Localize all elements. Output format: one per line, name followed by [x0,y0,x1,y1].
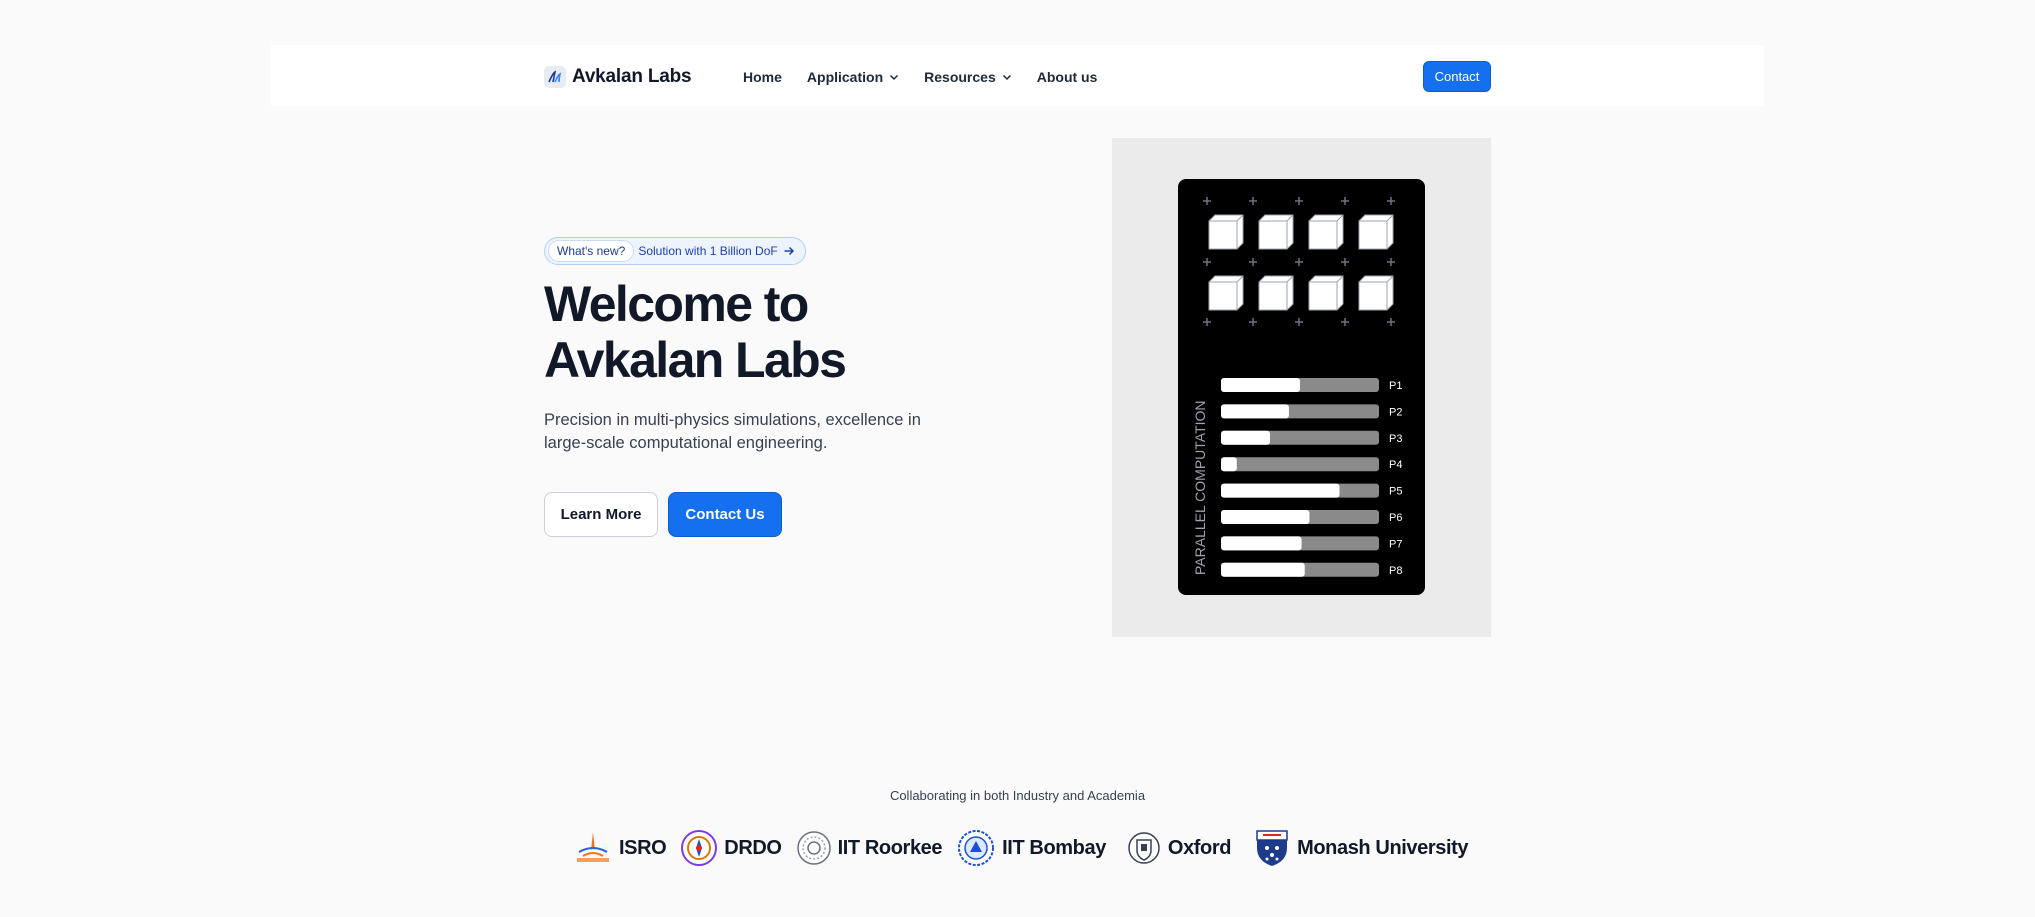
grid-plus-mark [1341,197,1349,205]
partner-name: ISRO [619,836,667,859]
grid-plus-mark [1203,318,1211,326]
parallel-computation-illustration: PARALLEL COMPUTATION P1 P2 P3 P4 P5 P6 P7 P8 [1178,179,1425,595]
badge-text: Solution with 1 Billion DoF [638,244,778,258]
grid-plus-mark [1249,318,1257,326]
drdo-seal-icon [681,830,718,866]
contact-us-button[interactable]: Contact Us [668,492,782,537]
partner-monash: Monash University [1253,828,1469,868]
partner-name: DRDO [724,836,782,859]
progress-fill [1221,457,1237,472]
isro-logo-icon [577,832,609,862]
main-nav: Home Application Resources About us [743,62,1122,92]
badge-tag: What's new? [548,240,635,262]
grid-plus-mark [1203,197,1211,205]
nav-label: Application [806,69,884,85]
partner-name: IIT Bombay [1002,836,1106,859]
processor-label: P6 [1389,512,1402,524]
whats-new-badge[interactable]: What's new? Solution with 1 Billion DoF [544,237,806,265]
grid-plus-mark [1295,258,1303,266]
grid-plus-mark [1387,258,1395,266]
chevron-down-icon [890,74,899,81]
iit-roorkee-seal-icon [796,831,831,865]
partner-name: Oxford [1167,836,1232,859]
progress-fill [1221,562,1305,577]
oxford-crest-icon [1128,832,1160,864]
partners-heading: Collaborating in both Industry and Acade… [889,788,1146,803]
brand-mark-icon [544,66,566,88]
nav-item-resources[interactable]: Resources [924,69,1012,85]
grid-plus-mark [1249,197,1257,205]
grid-plus-mark [1387,318,1395,326]
hero-actions: Learn More Contact Us [544,492,782,537]
parallel-computation-graphic: PARALLEL COMPUTATION P1 P2 P3 P4 P5 P6 P7 P8 [1192,197,1402,577]
arrow-right-icon [784,246,794,256]
processor-label: P2 [1389,406,1402,418]
processor-label: P5 [1389,486,1402,498]
grid-plus-mark [1295,197,1303,205]
nav-item-about[interactable]: About us [1037,69,1098,85]
badge-link: Solution with 1 Billion DoF [638,244,801,258]
hero-title: Welcome to Avkalan Labs [544,276,1044,388]
partner-iit-bombay: IIT Bombay [956,828,1106,868]
progress-track [1221,457,1379,472]
hero-subtitle: Precision in multi-physics simulations, … [544,411,921,452]
nav-label: Home [743,69,782,85]
progress-fill [1221,430,1270,445]
partner-name: IIT Roorkee [837,836,943,859]
processor-label: P3 [1389,433,1402,445]
vertical-label: PARALLEL COMPUTATION [1192,400,1208,575]
partner-drdo: DRDO [680,829,782,867]
progress-fill [1221,404,1289,419]
progress-fill [1221,536,1302,551]
brand-logo[interactable]: Avkalan Labs [544,62,692,92]
partner-name: Monash University [1297,836,1469,859]
progress-fill [1221,510,1310,524]
partner-logos: ISRO DRDO IIT Roorkee IIT Bombay Oxford … [573,826,1482,870]
nav-label: About us [1036,69,1098,85]
nav-label: Resources [924,69,996,85]
grid-plus-mark [1203,258,1211,266]
hero-title-line1: Welcome to [544,276,809,332]
nav-item-application[interactable]: Application [807,69,899,85]
partner-iit-roorkee: IIT Roorkee [796,830,943,866]
processor-label: P7 [1389,538,1402,550]
hero-title-line2: Avkalan Labs [544,332,847,388]
grid-plus-mark [1249,258,1257,266]
processor-label: P1 [1389,380,1402,392]
grid-plus-mark [1387,197,1395,205]
nav-item-home[interactable]: Home [743,69,782,85]
partner-oxford: Oxford [1126,829,1231,867]
grid-plus-mark [1341,258,1349,266]
brand-name: Avkalan Labs [572,66,692,87]
processor-label: P4 [1389,459,1402,471]
grid-plus-mark [1295,318,1303,326]
partner-isro: ISRO [573,830,667,866]
learn-more-button[interactable]: Learn More [544,492,658,537]
monash-shield-icon [1256,830,1288,866]
progress-fill [1221,378,1300,392]
iit-bombay-seal-icon [958,830,995,866]
grid-plus-mark [1341,318,1349,326]
processor-label: P8 [1389,565,1402,577]
progress-fill [1221,483,1340,498]
chevron-down-icon [1002,74,1011,81]
header-contact-button[interactable]: Contact [1423,61,1491,92]
